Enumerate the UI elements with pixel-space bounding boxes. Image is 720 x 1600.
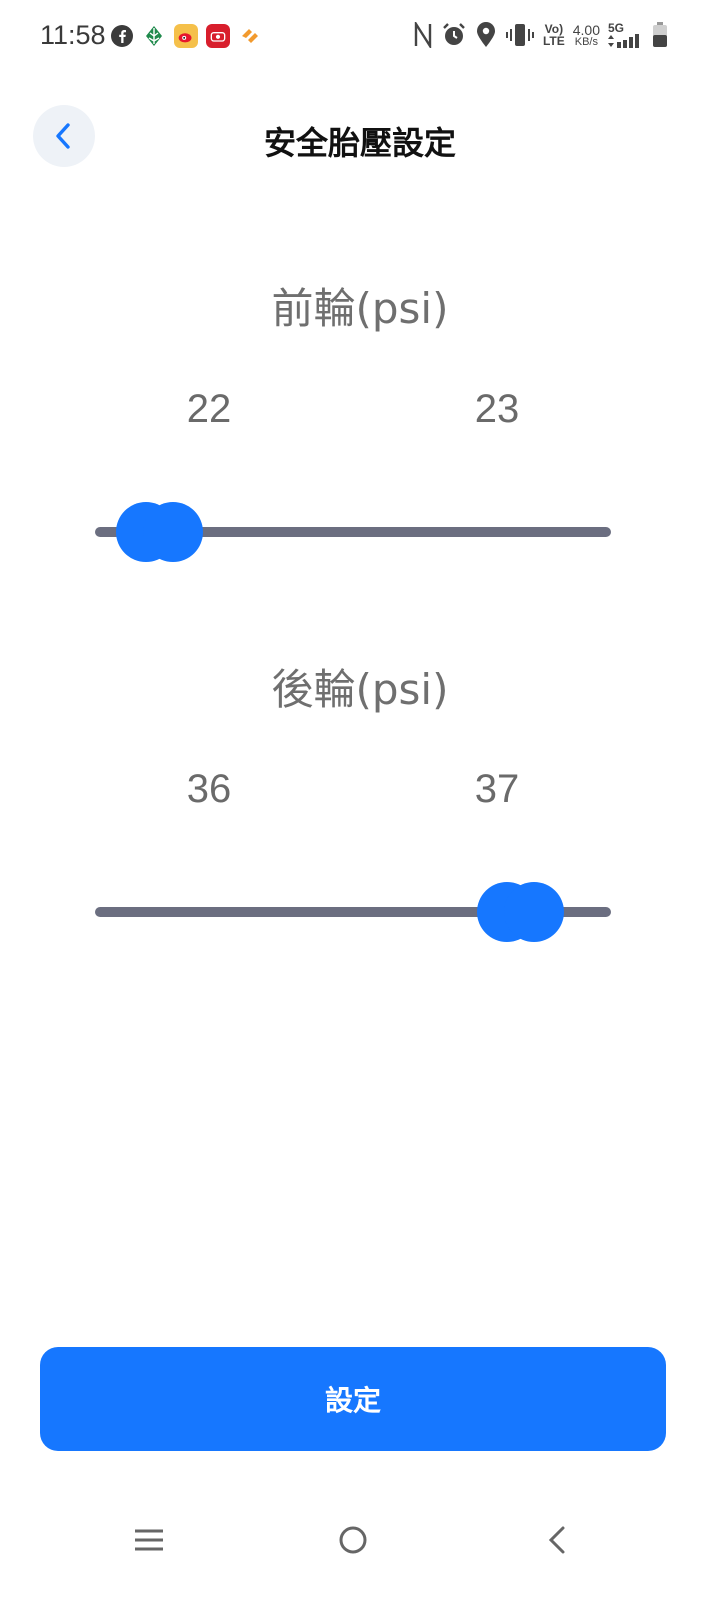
leaf-app-icon <box>142 24 166 48</box>
rear-wheel-label: 後輪(psi) <box>271 665 449 714</box>
network-speed: 4.00 KB/s <box>572 21 600 48</box>
back-chevron-icon <box>548 1526 565 1554</box>
home-button[interactable] <box>323 1510 383 1570</box>
status-bar: 11:58 Vo) LTE 4.00 KB/s 5G <box>0 0 720 72</box>
front-max-value: 23 <box>474 387 520 431</box>
orange-heart-app-icon <box>238 24 262 48</box>
battery-icon <box>652 22 668 48</box>
menu-icon <box>135 1529 163 1551</box>
vibrate-icon <box>505 22 535 48</box>
signal-5g-icon: 5G <box>608 22 644 48</box>
nav-back-button[interactable] <box>527 1510 587 1570</box>
tire-pressure-settings-screen: 11:58 Vo) LTE 4.00 KB/s 5G 安全胎壓設定 前輪(psi… <box>0 0 720 1600</box>
rear-max-value: 37 <box>474 767 520 811</box>
front-min-value: 22 <box>186 387 232 431</box>
weibo-icon <box>174 24 198 48</box>
front-max-slider-thumb[interactable] <box>143 502 203 562</box>
front-wheel-label: 前輪(psi) <box>271 284 449 333</box>
menu-button[interactable] <box>119 1510 179 1570</box>
facebook-icon <box>110 24 134 48</box>
rear-max-slider-thumb[interactable] <box>504 882 564 942</box>
status-time: 11:58 <box>40 20 106 50</box>
volte-indicator: Vo) LTE <box>542 22 565 48</box>
nfc-icon <box>413 22 433 48</box>
notification-icons <box>110 24 262 48</box>
submit-settings-button[interactable]: 設定 <box>40 1347 666 1451</box>
system-navigation-bar <box>0 1500 720 1600</box>
rear-min-value: 36 <box>186 767 232 811</box>
location-icon <box>475 22 497 48</box>
alarm-icon <box>441 22 467 48</box>
system-icons: Vo) LTE 4.00 KB/s 5G <box>413 22 668 48</box>
home-circle-icon <box>339 1526 367 1554</box>
page-title: 安全胎壓設定 <box>263 124 456 162</box>
red-app-icon <box>206 24 230 48</box>
